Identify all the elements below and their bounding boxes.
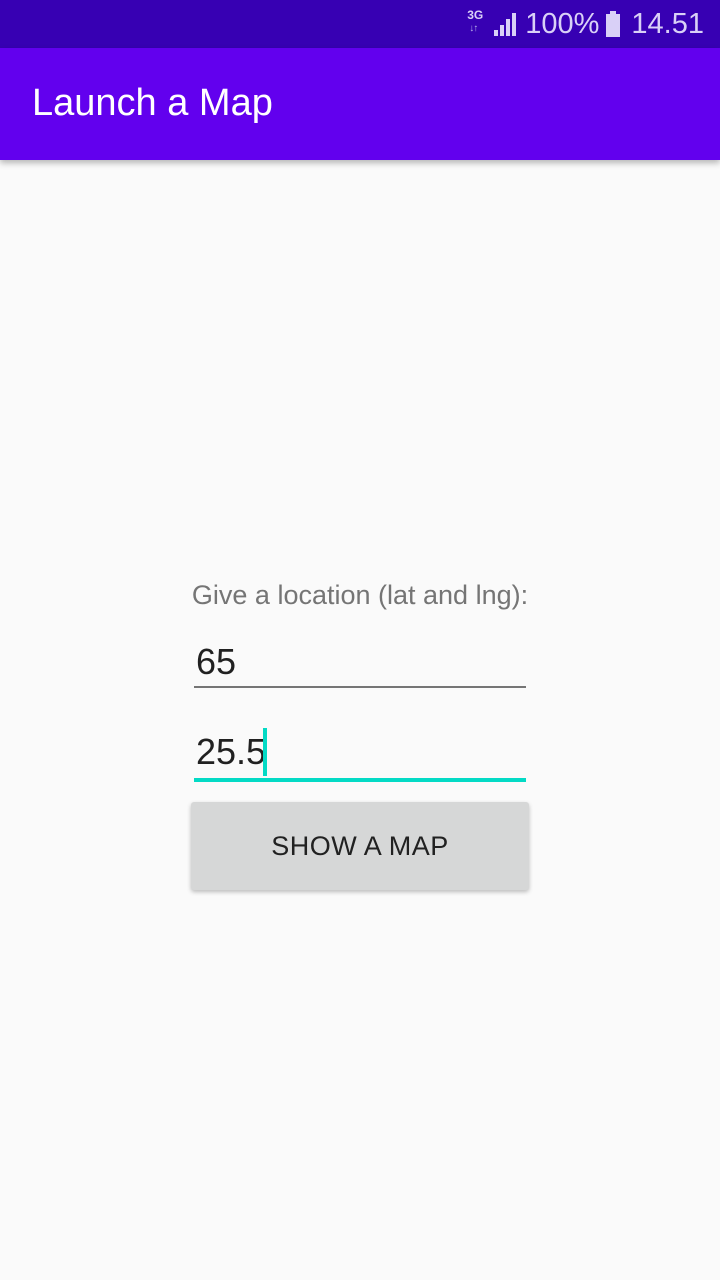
network-type-label: 3G [467,8,484,22]
signal-icon [494,13,517,36]
data-arrows-icon: ↓↑ [469,23,478,34]
battery-percent: 100% [525,7,600,40]
longitude-field [194,726,526,784]
app-bar: Launch a Map [0,48,720,160]
location-prompt: Give a location (lat and lng): [191,580,529,610]
app-title: Launch a Map [32,82,273,124]
status-bar: 3G ↓↑ 100% 14.51 [0,0,720,48]
text-cursor [263,728,267,776]
latitude-field [194,638,526,690]
network-3g-icon: 3G ↓↑ [467,9,487,39]
latitude-input[interactable] [194,638,526,688]
main-content: Give a location (lat and lng): SHOW A MA… [0,160,720,1280]
clock: 14.51 [631,7,704,40]
show-map-button[interactable]: SHOW A MAP [191,802,529,890]
longitude-input[interactable] [194,726,526,782]
battery-icon [606,11,621,37]
status-indicators: 3G ↓↑ 100% 14.51 [467,0,704,48]
